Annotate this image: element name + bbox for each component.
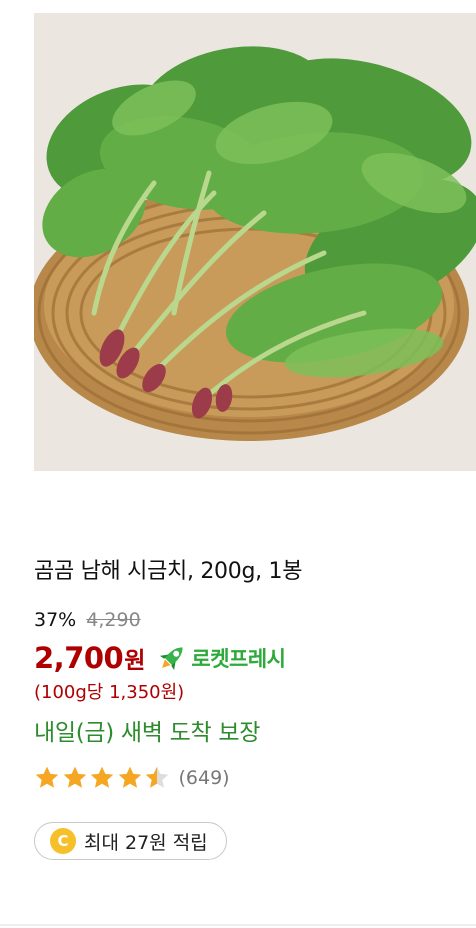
star-rating — [34, 765, 172, 791]
cashback-badge: C 최대 27원 적립 — [34, 822, 227, 860]
rocket-icon — [160, 647, 184, 671]
star-icon — [118, 766, 141, 788]
cashback-label: 최대 27원 적립 — [84, 831, 208, 854]
price-row: 2,700 원 로켓프레시 — [34, 638, 286, 678]
star-icon — [90, 766, 114, 788]
spinach-photo — [34, 13, 476, 471]
divider — [0, 924, 476, 926]
original-price: 4,290 — [86, 609, 141, 631]
review-count: (649) — [178, 767, 230, 789]
currency-unit: 원 — [124, 648, 146, 674]
product-title[interactable]: 곰곰 남해 시금치, 200g, 1봉 — [34, 557, 302, 587]
star-icon — [35, 766, 59, 788]
star-icon — [145, 766, 169, 788]
rating-row[interactable]: (649) — [34, 763, 230, 793]
discount-rate: 37% — [34, 609, 77, 631]
discount-row: 37% 4,290 — [34, 607, 141, 633]
sale-price: 2,700 — [34, 641, 124, 675]
delivery-promise: 내일(금) 새벽 도착 보장 — [34, 720, 261, 746]
rocket-fresh-label: 로켓프레시 — [191, 647, 286, 671]
rocket-fresh-badge: 로켓프레시 — [155, 641, 286, 675]
unit-price: (100g당 1,350원) — [34, 682, 185, 703]
product-image[interactable] — [34, 13, 476, 471]
coin-icon: C — [50, 828, 76, 854]
star-icon — [63, 766, 86, 788]
